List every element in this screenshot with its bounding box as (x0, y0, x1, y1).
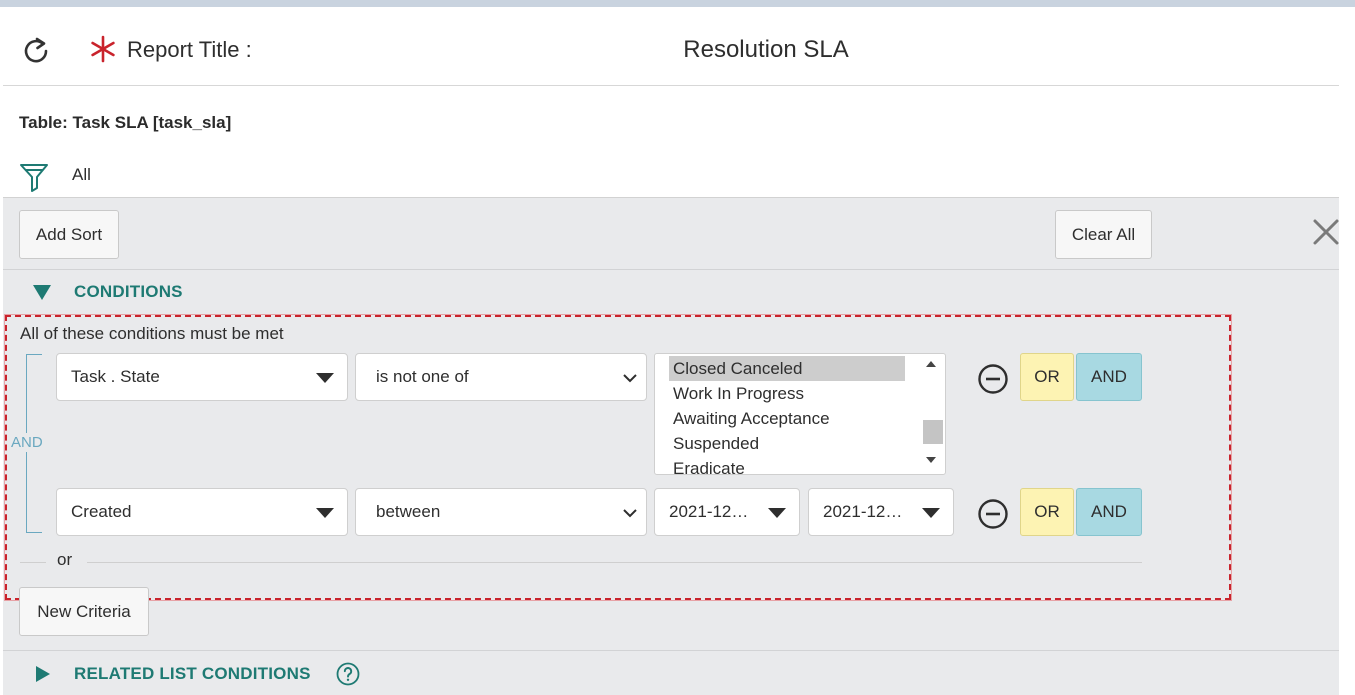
condition-field-select[interactable]: Created (56, 488, 348, 536)
caret-down-icon (768, 508, 786, 518)
scroll-up-icon[interactable] (925, 360, 937, 368)
conditions-section-label: CONDITIONS (74, 282, 183, 301)
related-list-section-label: RELATED LIST CONDITIONS (74, 664, 311, 683)
conditions-toggle[interactable]: CONDITIONS (31, 282, 183, 302)
condition-field-value: Created (71, 502, 132, 521)
condition-operator-select[interactable]: between (355, 488, 647, 536)
page-right-edge (1339, 7, 1355, 695)
chevron-down-icon (623, 509, 637, 518)
remove-condition-icon[interactable] (977, 498, 1009, 530)
caret-down-icon (922, 508, 940, 518)
filter-summary[interactable]: All (72, 165, 91, 185)
date-to-value: 2021-12… (823, 502, 903, 521)
condition-field-value: Task . State (71, 367, 160, 386)
close-icon[interactable] (1311, 217, 1341, 247)
filter-icon[interactable] (19, 161, 49, 193)
date-from-value: 2021-12… (669, 502, 749, 521)
caret-down-icon (316, 373, 334, 383)
clear-all-button[interactable]: Clear All (1055, 210, 1152, 259)
caret-down-icon (316, 508, 334, 518)
conditions-note: All of these conditions must be met (20, 324, 284, 343)
related-list-toggle[interactable]: RELATED LIST CONDITIONS (34, 662, 360, 686)
date-from-select[interactable]: 2021-12… (654, 488, 800, 536)
report-header: Report Title : Resolution SLA (3, 7, 1339, 86)
add-sort-button[interactable]: Add Sort (19, 210, 119, 259)
or-separator-label: or (57, 550, 73, 569)
condition-field-select[interactable]: Task . State (56, 353, 348, 401)
and-button[interactable]: AND (1076, 488, 1142, 536)
chevron-down-icon (623, 374, 637, 383)
listbox-option[interactable]: Eradicate (669, 456, 905, 474)
condition-operator-value: between (376, 502, 441, 521)
scrollbar-thumb[interactable] (923, 420, 943, 444)
section-divider (3, 650, 1339, 651)
date-to-select[interactable]: 2021-12… (808, 488, 954, 536)
condition-operator-select[interactable]: is not one of (355, 353, 647, 401)
new-criteria-button[interactable]: New Criteria (19, 587, 149, 636)
and-group-label: AND (11, 433, 43, 452)
scroll-down-icon[interactable] (925, 456, 937, 464)
or-separator-line (20, 562, 46, 563)
table-info: Table: Task SLA [task_sla] All (3, 86, 1339, 198)
listbox-option[interactable]: Closed Canceled (669, 356, 905, 381)
collapse-triangle-icon (33, 285, 51, 300)
section-divider (3, 269, 1339, 270)
window-top-strip (0, 0, 1355, 7)
or-separator-line (87, 562, 1142, 563)
help-icon[interactable] (336, 662, 360, 686)
listbox-option[interactable]: Awaiting Acceptance (669, 406, 905, 431)
table-label: Table: Task SLA [task_sla] (19, 113, 232, 132)
or-button[interactable]: OR (1020, 353, 1074, 401)
condition-values-listbox[interactable]: Closed Canceled Work In Progress Awaitin… (654, 353, 946, 475)
expand-triangle-icon (36, 666, 50, 682)
filter-panel: Add Sort Clear All CONDITIONS All of the… (3, 198, 1339, 695)
listbox-scrollbar[interactable] (920, 356, 944, 472)
or-button[interactable]: OR (1020, 488, 1074, 536)
listbox-option[interactable]: Work In Progress (669, 381, 905, 406)
remove-condition-icon[interactable] (977, 363, 1009, 395)
report-title-value[interactable]: Resolution SLA (3, 36, 1339, 64)
and-button[interactable]: AND (1076, 353, 1142, 401)
listbox-option[interactable]: Suspended (669, 431, 905, 456)
condition-operator-value: is not one of (376, 367, 469, 386)
